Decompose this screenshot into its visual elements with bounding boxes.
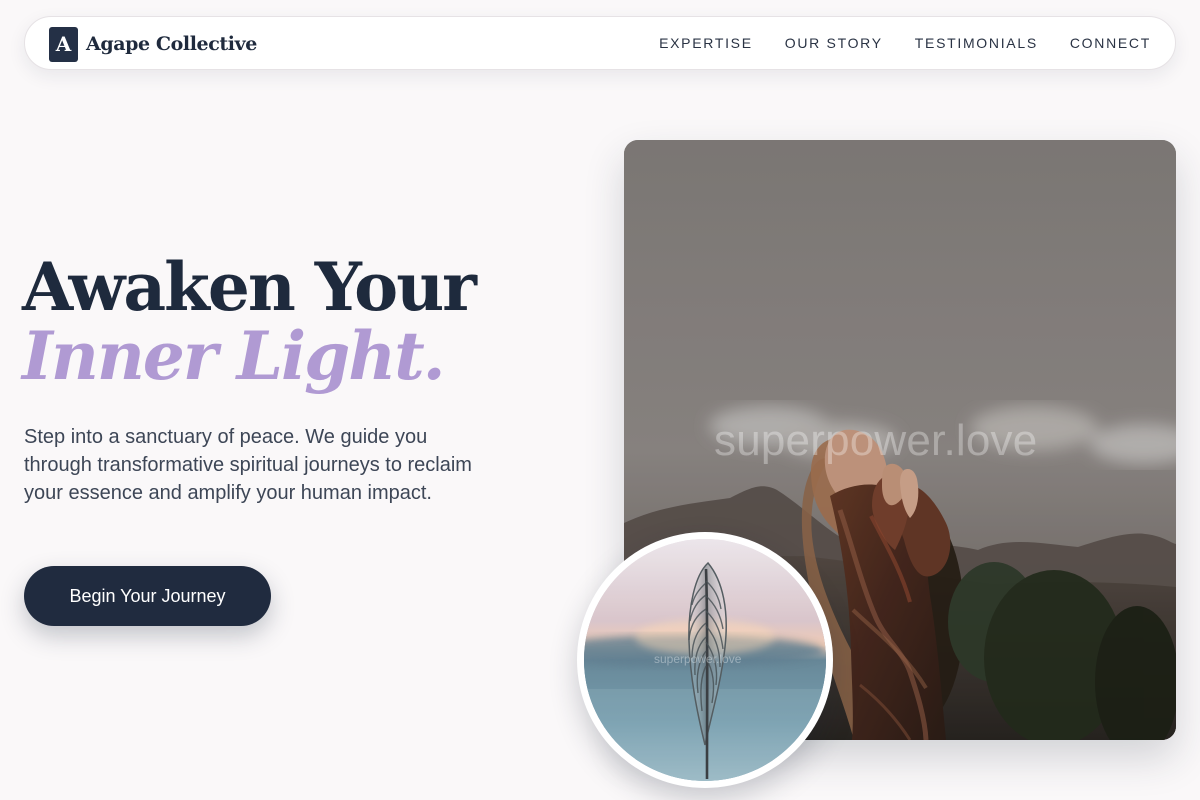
nav-item-expertise[interactable]: EXPERTISE — [659, 36, 753, 50]
hero-title-line-two: Inner Light. — [22, 316, 446, 395]
navigation-links: EXPERTISE OUR STORY TESTIMONIALS CONNECT — [659, 17, 1151, 69]
nav-item-testimonials[interactable]: TESTIMONIALS — [915, 36, 1038, 50]
begin-journey-button[interactable]: Begin Your Journey — [24, 566, 271, 626]
top-navigation: A Agape Collective EXPERTISE OUR STORY T… — [24, 16, 1176, 70]
feather-image-frame: superpower.love — [577, 532, 833, 788]
hero-title-line-one: Awaken Your — [22, 248, 477, 326]
feather-image: superpower.love — [584, 539, 826, 781]
brand-name: Agape Collective — [86, 32, 257, 55]
hero-description: Step into a sanctuary of peace. We guide… — [24, 426, 472, 504]
nav-item-our-story[interactable]: OUR STORY — [785, 36, 883, 50]
letter-a-logo-icon: A — [49, 26, 78, 62]
feather-image-watermark: superpower.love — [654, 652, 742, 666]
hero-heading: Awaken Your Inner Light. — [22, 248, 582, 395]
main-image-watermark: superpower.love — [714, 416, 1038, 465]
nav-item-connect[interactable]: CONNECT — [1070, 36, 1151, 50]
brand-logo[interactable]: A Agape Collective — [49, 26, 257, 62]
